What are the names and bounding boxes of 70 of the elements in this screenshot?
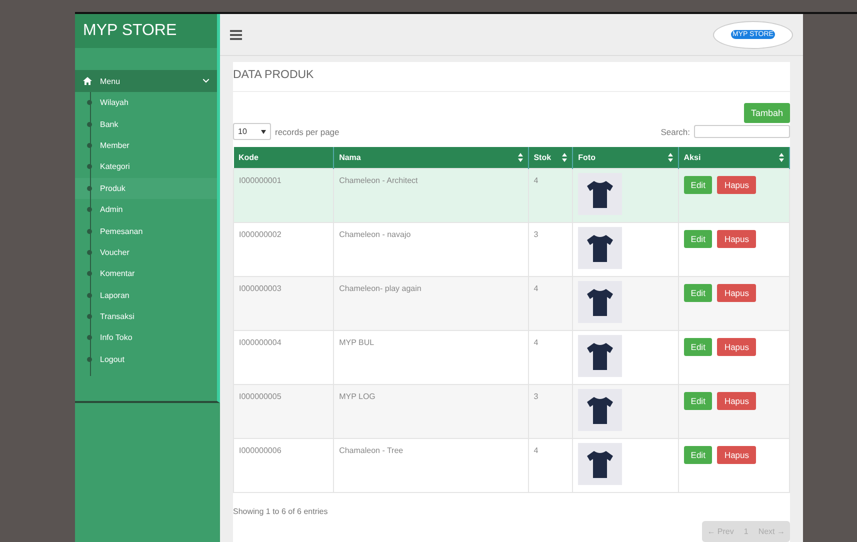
page-size-select[interactable]: 10 [233,123,271,140]
search-field[interactable] [694,125,790,138]
column-header[interactable]: Aksi [678,147,790,168]
photo-placeholder [578,227,622,269]
table-cell: Chameleon - navajo [334,222,528,276]
edit-button[interactable]: Edit [684,392,712,410]
sidebar-item[interactable]: Voucher [75,242,217,264]
photo-placeholder [578,389,622,431]
column-header[interactable]: Stok [528,147,573,168]
column-header[interactable]: Kode [234,147,334,168]
sort-icon [562,153,568,162]
delete-button[interactable]: Hapus [717,446,756,464]
caret-down-icon [261,130,266,134]
edit-button[interactable]: Edit [684,230,712,248]
sidebar-item[interactable]: Kategori [75,156,217,178]
table-cell: I000000006 [234,438,334,492]
photo-placeholder [578,335,622,377]
table-cell: I000000003 [234,276,334,330]
table-cell: Chamaleon - Tree [334,438,528,492]
table-cell: 3 [528,222,573,276]
brand-title: MYP STORE [75,14,217,48]
table-cell: 4 [528,168,573,222]
sort-icon [779,153,784,162]
sidebar-item[interactable]: Pemesanan [75,220,217,242]
sort-icon [518,153,523,162]
sidebar-item[interactable]: Info Toko [75,327,217,349]
sidebar-item[interactable]: Bank [75,113,217,135]
sidebar-item[interactable]: Member [75,134,217,156]
edit-button[interactable]: Edit [684,176,712,194]
delete-button[interactable]: Hapus [717,230,756,248]
table-cell: MYP BUL [334,330,528,384]
sidebar-item[interactable]: Produk [75,178,217,199]
delete-button[interactable]: Hapus [717,392,756,410]
sort-icon [668,153,673,162]
sidebar-item[interactable]: Wilayah [75,92,217,114]
delete-button[interactable]: Hapus [717,338,756,356]
edit-button[interactable]: Edit [684,446,712,464]
search-label: Search: [660,126,690,136]
page-size-label: records per page [275,126,340,136]
table-cell: I000000002 [234,222,334,276]
table-cell: Chameleon - Architect [334,168,528,222]
sidebar-item[interactable]: Laporan [75,284,217,306]
photo-placeholder [578,443,622,485]
edit-button[interactable]: Edit [684,338,712,356]
column-header[interactable]: Nama [334,147,528,168]
table-cell: I000000005 [234,384,334,438]
table-cell: 4 [528,276,573,330]
column-header[interactable]: Foto [572,147,678,168]
add-button[interactable]: Tambah [744,103,790,123]
photo-placeholder [578,281,622,323]
table-cell: 4 [528,438,573,492]
delete-button[interactable]: Hapus [717,284,756,302]
table-cell: I000000001 [234,168,334,222]
table-cell: Chameleon- play again [334,276,528,330]
edit-button[interactable]: Edit [684,284,712,302]
table-cell: 4 [528,330,573,384]
table-cell: I000000004 [234,330,334,384]
entries-info: Showing 1 to 6 of 6 entries [233,507,329,516]
menu-header[interactable]: Menu [75,70,217,92]
table-cell: MYP LOG [334,384,528,438]
sidebar-item[interactable]: Transaksi [75,306,217,328]
sidebar-item[interactable]: Logout [75,348,217,370]
sidebar-item[interactable]: Admin [75,198,217,220]
home-icon [83,77,92,85]
table-cell: 3 [528,384,573,438]
chevron-down-icon [203,79,209,83]
menu-icon[interactable] [230,30,242,40]
sidebar-item[interactable]: Komentar [75,263,217,285]
delete-button[interactable]: Hapus [717,176,756,194]
photo-placeholder [578,173,622,215]
